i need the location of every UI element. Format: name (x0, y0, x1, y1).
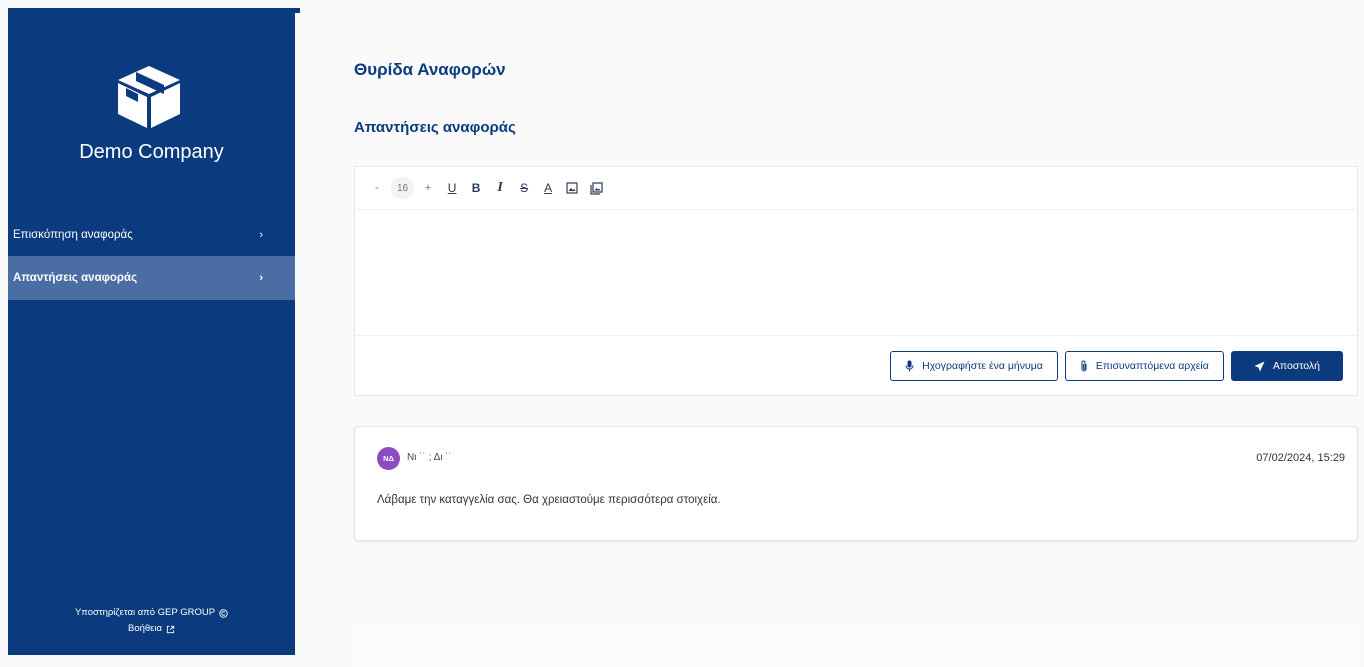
attachments-button[interactable]: Επισυναπτόμενα αρχεία (1064, 351, 1224, 381)
italic-button[interactable]: I (490, 177, 510, 199)
sidebar-item-label: Επισκόπηση αναφοράς (13, 229, 133, 241)
send-button[interactable]: Αποστολή (1230, 351, 1343, 381)
page-title: Θυρίδα Αναφορών (354, 60, 506, 79)
powered-by: Υποστηρίζεται από GEP GROUP (8, 605, 295, 621)
message-text: Λάβαμε την καταγγελία σας. Θα χρειαστούμ… (377, 494, 721, 506)
image-icon (566, 182, 578, 194)
external-link-icon (166, 625, 175, 633)
help-link-text[interactable]: Βοήθεια (128, 621, 162, 637)
sidebar-item-label: Απαντήσεις αναφοράς (13, 272, 138, 284)
strikethrough-button[interactable]: S (514, 177, 534, 199)
record-message-button[interactable]: Ηχογραφήστε ένα μήνυμα (890, 351, 1058, 381)
company-logo-icon (118, 66, 180, 128)
paperclip-icon (1081, 360, 1087, 372)
send-icon (1254, 361, 1265, 371)
font-size-value[interactable]: 16 (391, 177, 415, 199)
page: Demo Company Επισκόπηση αναφοράς › Απαντ… (0, 0, 1364, 667)
message-timestamp: 07/02/2024, 15:29 (1256, 452, 1345, 464)
insert-gallery-button[interactable] (586, 177, 606, 199)
avatar: ΝΔ (377, 447, 400, 470)
message-card: ΝΔ Νι ˙˙ ; Δι ˙˙ 07/02/2024, 15:29 Λάβαμ… (354, 426, 1358, 541)
font-size-decrease-button[interactable]: - (367, 177, 387, 199)
bold-button[interactable]: B (466, 177, 486, 199)
sidebar-item-report-overview[interactable]: Επισκόπηση αναφοράς › (8, 213, 295, 257)
message-author: Νι ˙˙ ; Δι ˙˙ (407, 452, 453, 463)
underline-button[interactable]: U (442, 177, 462, 199)
microphone-icon (905, 360, 914, 372)
help-link[interactable]: Βοήθεια (8, 621, 295, 637)
company-name: Demo Company (79, 141, 224, 163)
powered-by-text: Υποστηρίζεται από GEP GROUP (74, 607, 216, 618)
record-message-label: Ηχογραφήστε ένα μήνυμα (922, 360, 1043, 372)
sidebar-accent (295, 8, 300, 13)
next-message-card (354, 625, 1358, 667)
reply-text-area[interactable] (355, 210, 1357, 336)
section-title: Απαντήσεις αναφοράς (354, 119, 516, 136)
sidebar-footer: Υποστηρίζεται από GEP GROUP Βοήθεια (8, 605, 295, 637)
gallery-icon (590, 181, 603, 195)
sidebar: Demo Company Επισκόπηση αναφοράς › Απαντ… (8, 8, 300, 655)
reply-editor: - 16 + U B I S A Ηχογραφήστε ένα μήνυμα (354, 166, 1358, 396)
text-color-button[interactable]: A (538, 177, 558, 199)
insert-image-button[interactable] (562, 177, 582, 199)
sidebar-item-report-replies[interactable]: Απαντήσεις αναφοράς › (8, 256, 295, 300)
chevron-right-icon: › (259, 229, 263, 241)
copyright-icon (219, 608, 228, 618)
font-size-increase-button[interactable]: + (418, 177, 438, 199)
editor-actions: Ηχογραφήστε ένα μήνυμα Επισυναπτόμενα αρ… (890, 351, 1343, 381)
chevron-right-icon: › (259, 272, 263, 284)
editor-toolbar: - 16 + U B I S A (355, 167, 1357, 210)
attachments-label: Επισυναπτόμενα αρχεία (1095, 360, 1209, 372)
send-label: Αποστολή (1272, 360, 1320, 372)
